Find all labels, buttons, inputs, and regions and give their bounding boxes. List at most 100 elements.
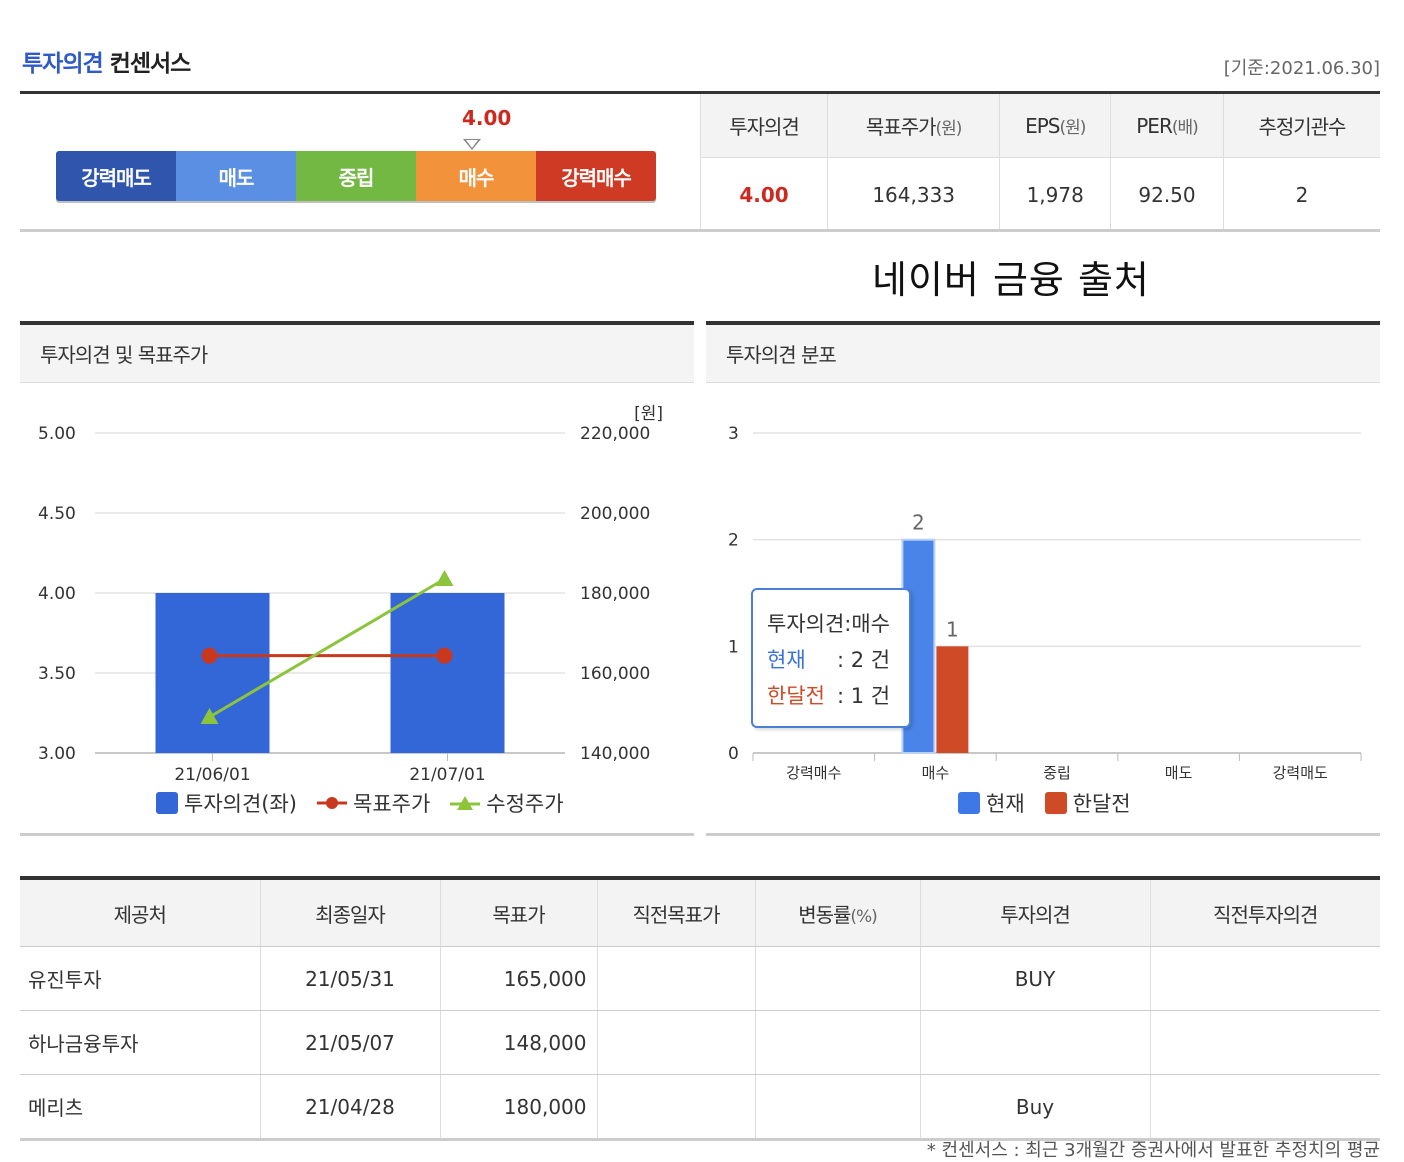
- column-header: 변동률(%): [754, 876, 920, 947]
- gauge-segment-strong-sell: 강력매도: [56, 151, 176, 201]
- legend-line-triangle-icon: [450, 796, 481, 810]
- divider: [20, 833, 694, 836]
- table-row: 하나금융투자 21/05/07 148,000: [20, 1010, 1380, 1075]
- summary-institutions: 2: [1222, 157, 1380, 232]
- panel-title: 투자의견 및 목표주가: [20, 321, 694, 383]
- gauge-segment-neutral: 중립: [296, 151, 416, 201]
- x-tick-label: 매도: [1165, 764, 1193, 782]
- cell-prev-target: [596, 946, 755, 1011]
- cell-target: 165,000: [439, 946, 597, 1011]
- bar-value-label: 2: [912, 511, 925, 535]
- adjusted-price-point: [435, 570, 454, 586]
- cell-opinion: Buy: [919, 1074, 1150, 1141]
- x-tick-label: 21/07/01: [409, 765, 485, 785]
- column-header: 목표가: [439, 876, 597, 947]
- basis-date: [기준:2021.06.30]: [1223, 58, 1380, 79]
- summary-opinion-value: 4.00: [699, 157, 828, 232]
- x-tick-label: 21/06/01: [174, 765, 250, 785]
- y-right-tick-label: 160,000: [580, 664, 650, 684]
- tooltip-current-value: : 2 건: [837, 648, 891, 672]
- bar: [390, 593, 505, 753]
- unit-label: [원]: [634, 404, 663, 424]
- legend-swatch-icon: [958, 792, 980, 814]
- summary-eps: 1,978: [999, 157, 1111, 232]
- cell-prev-target: [596, 1074, 755, 1141]
- column-header: 최종일자: [259, 876, 440, 947]
- cell-prev-opinion: [1149, 1074, 1380, 1141]
- target-price-point: [436, 647, 453, 664]
- opinion-distribution-panel: 투자의견 분포 3 2 1 0 강력매수 매수 2 1 중립 매도 강력매도 현재 한달전: [706, 321, 1380, 836]
- opinion-gauge: 강력매도 매도 중립 매수 강력매수: [56, 151, 656, 201]
- summary-header: 투자의견: [699, 94, 828, 158]
- y-left-tick-label: 3.50: [38, 664, 76, 684]
- column-header: 직전투자의견: [1149, 876, 1380, 947]
- cell-broker: 하나금융투자: [20, 1010, 260, 1075]
- x-tick-label: 강력매도: [1273, 764, 1328, 782]
- y-right-tick-label: 200,000: [580, 504, 650, 524]
- cell-target: 148,000: [439, 1010, 597, 1075]
- chart-tooltip: 투자의견:매수 현재 : 2 건 한달전: 1 건: [751, 588, 911, 728]
- chart-legend: 투자의견(좌) 목표주가 수정주가: [156, 788, 564, 818]
- gauge-marker-icon: [463, 139, 481, 150]
- legend-label: 목표주가: [353, 792, 431, 816]
- y-tick-label: 2: [728, 531, 739, 551]
- table-row: 유진투자 21/05/31 165,000 BUY: [20, 946, 1380, 1011]
- cell-date: 21/05/31: [259, 946, 440, 1011]
- y-tick-label: 1: [728, 637, 739, 657]
- opinion-price-chart: [원] 5.00 220,000 4.50 200,000 4.00 180,000 3.50…: [38, 404, 663, 785]
- source-note: 네이버 금융 출처: [872, 258, 1150, 302]
- tooltip-prev-value: : 1 건: [837, 684, 891, 708]
- tooltip-current-label: 현재: [767, 648, 806, 672]
- column-header: 직전목표가: [596, 876, 755, 947]
- bar: [155, 593, 270, 753]
- bar: [936, 646, 969, 753]
- tooltip-title: 투자의견:매수: [767, 612, 890, 636]
- x-tick-label: 매수: [922, 764, 950, 782]
- gauge-value: 4.00: [462, 106, 512, 130]
- title-highlight: 투자의견: [22, 51, 104, 77]
- cell-change: [754, 1074, 920, 1141]
- cell-opinion: [919, 1010, 1150, 1075]
- cell-broker: 유진투자: [20, 946, 260, 1011]
- cell-broker: 메리츠: [20, 1074, 260, 1141]
- table-row: 메리츠 21/04/28 180,000 Buy: [20, 1074, 1380, 1141]
- x-tick-label: 강력매수: [786, 764, 841, 782]
- y-right-tick-label: 180,000: [580, 584, 650, 604]
- chart-area: [원] 5.00 220,000 4.50 200,000 4.00 180,000 3.50…: [20, 383, 694, 833]
- title-rest: 컨센서스: [109, 51, 192, 77]
- legend-label: 한달전: [1072, 792, 1131, 816]
- column-header: 투자의견: [919, 876, 1150, 947]
- divider: [20, 229, 1380, 232]
- cell-target: 180,000: [439, 1074, 597, 1141]
- tooltip-prev-row: 한달전: 1 건: [767, 678, 909, 714]
- summary-per: 92.50: [1110, 157, 1224, 232]
- y-left-tick-label: 4.50: [38, 504, 76, 524]
- summary-table: 투자의견 목표주가(원) EPS(원) PER(배) 추정기관수 4.00 16…: [699, 94, 1380, 232]
- gauge-segment-sell: 매도: [176, 151, 296, 201]
- y-left-tick-label: 5.00: [38, 424, 76, 444]
- divider: [706, 833, 1380, 836]
- chart-legend: 현재 한달전: [958, 788, 1131, 818]
- summary-header: EPS(원): [999, 94, 1111, 158]
- y-left-tick-label: 3.00: [38, 744, 76, 764]
- cell-opinion: BUY: [919, 946, 1150, 1011]
- y-tick-label: 3: [728, 424, 739, 444]
- y-right-tick-label: 220,000: [580, 424, 650, 444]
- cell-change: [754, 1010, 920, 1075]
- gauge-segment-buy: 매수: [416, 151, 536, 201]
- legend-label: 투자의견(좌): [184, 792, 297, 816]
- target-price-point: [201, 647, 218, 664]
- cell-prev-opinion: [1149, 1010, 1380, 1075]
- cell-date: 21/05/07: [259, 1010, 440, 1075]
- legend-label: 수정주가: [486, 792, 564, 816]
- legend-line-dot-icon: [317, 797, 347, 809]
- cell-prev-target: [596, 1010, 755, 1075]
- broker-table: 제공처 최종일자 목표가 직전목표가 변동률(%) 투자의견 직전투자의견 유진…: [20, 876, 1380, 1141]
- summary-header: 추정기관수: [1222, 94, 1380, 158]
- legend-swatch-icon: [1044, 792, 1067, 814]
- summary-header: PER(배): [1110, 94, 1224, 158]
- panel-title: 투자의견 분포: [706, 321, 1380, 383]
- y-tick-label: 0: [728, 744, 739, 764]
- summary-header: 목표주가(원): [827, 94, 1000, 158]
- footnote: * 컨센서스 : 최근 3개월간 증권사에서 발표한 추정치의 평균: [926, 1140, 1380, 1161]
